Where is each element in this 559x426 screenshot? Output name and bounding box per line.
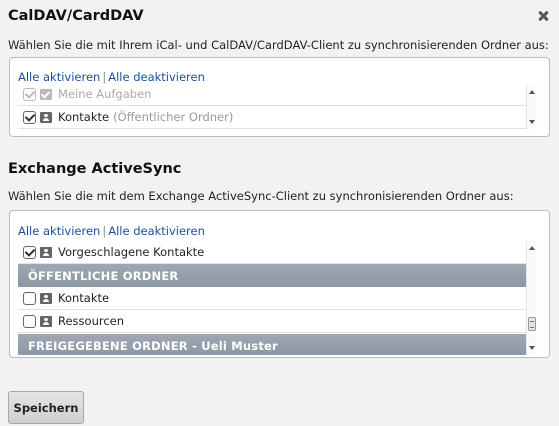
list-item[interactable]: Vorgeschlagene Kontakte (18, 241, 528, 264)
close-icon[interactable] (537, 10, 549, 22)
caldav-scrollbar[interactable] (526, 85, 537, 129)
scroll-thumb[interactable] (528, 317, 536, 331)
activesync-description: Wählen Sie die mit dem Exchange ActiveSy… (8, 189, 514, 203)
activesync-deactivate-all-link[interactable]: Alle deaktivieren (108, 224, 205, 238)
folder-label: Ressourcen (58, 314, 125, 328)
save-button[interactable]: Speichern (8, 391, 84, 424)
caldav-folder-panel: Alle aktivieren | Alle deaktivieren Meine … (9, 57, 550, 137)
checkbox-unchecked[interactable] (23, 314, 36, 328)
scroll-up-arrow-icon[interactable] (529, 246, 535, 250)
folder-label: Meine Aufgaben (58, 87, 152, 101)
caldav-title: CalDAV/CardDAV (8, 8, 144, 24)
scroll-up-arrow-icon[interactable] (529, 90, 535, 94)
group-header-shared-folders: FREIGEGEBENE ORDNER - Ueli Muster (18, 334, 528, 355)
scroll-down-arrow-icon[interactable] (529, 120, 535, 124)
folder-label: Vorgeschlagene Kontakte (58, 245, 205, 259)
checkbox-checked[interactable] (23, 110, 36, 124)
group-header-public-folders: ÖFFENTLICHE ORDNER (18, 264, 528, 287)
list-item[interactable]: Kontakte (18, 287, 528, 310)
folder-label: Kontakte (58, 291, 110, 305)
contacts-icon (40, 315, 52, 327)
list-item[interactable]: Meine Aufgaben (18, 85, 528, 106)
checkbox-checked[interactable] (23, 87, 36, 101)
caldav-toggle-links: Alle aktivieren | Alle deaktivieren (18, 70, 205, 84)
folder-suffix: (Öffentlicher Ordner) (113, 110, 234, 124)
checkbox-checked[interactable] (23, 245, 36, 259)
list-item[interactable]: Ressourcen (18, 310, 528, 333)
activesync-folder-panel: Alle aktivieren | Alle deaktivieren Vorges… (9, 210, 550, 358)
activesync-folder-list[interactable]: Vorgeschlagene Kontakte ÖFFENTLICHE ORDN… (18, 241, 537, 355)
caldav-folder-list[interactable]: Meine Aufgaben Kontakte (Öffentlicher Or… (18, 85, 537, 129)
activesync-title: Exchange ActiveSync (8, 161, 182, 177)
contacts-icon (40, 246, 52, 258)
caldav-deactivate-all-link[interactable]: Alle deaktivieren (108, 70, 205, 84)
contacts-icon (40, 111, 52, 123)
caldav-activate-all-link[interactable]: Alle aktivieren (18, 70, 100, 84)
scroll-down-arrow-icon[interactable] (529, 346, 535, 350)
activesync-activate-all-link[interactable]: Alle aktivieren (18, 224, 100, 238)
folder-label: Kontakte (58, 110, 110, 124)
checkbox-unchecked[interactable] (23, 291, 36, 305)
tasks-icon (40, 88, 52, 100)
activesync-toggle-links: Alle aktivieren | Alle deaktivieren (18, 224, 205, 238)
list-item[interactable]: Kontakte (Öffentlicher Ordner) (18, 106, 528, 129)
contacts-icon (40, 292, 52, 304)
caldav-description: Wählen Sie die mit Ihrem iCal- und CalDA… (8, 38, 549, 52)
activesync-scrollbar[interactable] (526, 241, 537, 355)
